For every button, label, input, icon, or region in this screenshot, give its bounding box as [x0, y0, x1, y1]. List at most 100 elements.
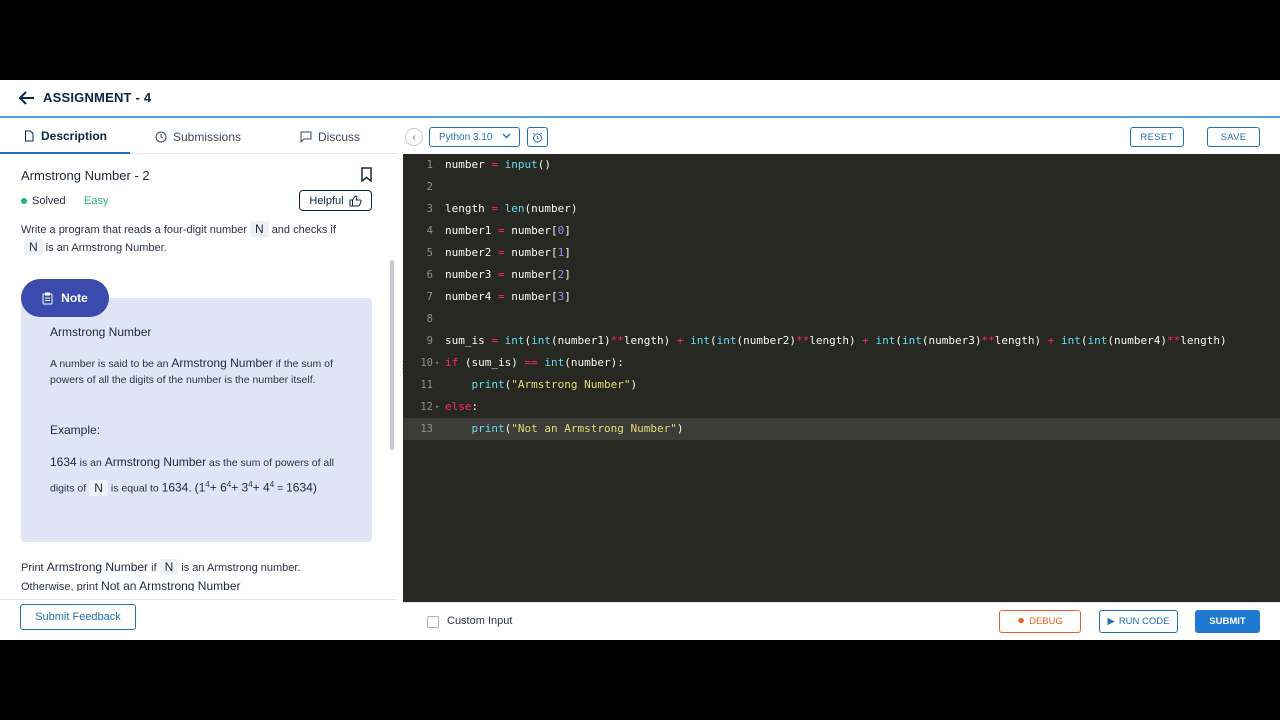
intro-text: is an Armstrong Number. [45, 242, 167, 254]
code-line[interactable]: 11 print("Armstrong Number") [403, 374, 1280, 396]
helpful-label: Helpful [309, 194, 344, 207]
run-code-button[interactable]: ▶ RUN CODE [1099, 610, 1178, 633]
code-line[interactable]: 7 number4 = number[3] [403, 286, 1280, 308]
play-icon: ▶ [1107, 616, 1115, 627]
code-line[interactable]: 1 number = input() [403, 154, 1280, 176]
code-line[interactable]: 9 sum_is = int(int(number1)**length) + in… [403, 330, 1280, 352]
line-number: 4 [426, 225, 433, 237]
line-number: 6 [426, 269, 433, 281]
code-line[interactable]: 4 number1 = number[0] [403, 220, 1280, 242]
line-number: 9 [426, 335, 433, 347]
tab-label: Submissions [173, 130, 242, 144]
line-number: 8 [426, 313, 433, 325]
alarm-clock-icon [532, 132, 543, 142]
tab-description[interactable]: Description [0, 120, 130, 154]
chat-icon [300, 131, 312, 143]
chevron-down-icon [502, 131, 511, 141]
example-expr: (1 [194, 480, 206, 495]
code-line[interactable]: 8 [403, 308, 1280, 330]
print-text: if [151, 562, 157, 574]
code-text: number4 = number[3] [445, 290, 571, 303]
var-chip: N [89, 479, 108, 496]
reset-button[interactable]: RESET [1130, 127, 1184, 147]
submit-feedback-button[interactable]: Submit Feedback [20, 604, 136, 630]
editor-toolbar: ‹ Python 3.10 RESET SAVE [403, 120, 1280, 154]
status-badge: Solved [21, 195, 66, 207]
var-chip: N [159, 559, 179, 575]
save-button[interactable]: SAVE [1207, 127, 1260, 147]
code-text: if (sum_is) == int(number): [445, 356, 624, 369]
print-term: Not an Armstrong Number [101, 579, 241, 591]
note-paragraph: A number is said to be an Armstrong Numb… [50, 355, 350, 388]
print-text: Print [21, 562, 44, 574]
var-chip: N [250, 221, 269, 237]
example-text: is an [79, 457, 102, 469]
tab-submissions[interactable]: Submissions [155, 120, 241, 154]
line-number: 12 [420, 401, 433, 413]
code-line[interactable]: 12 ▾ else: [403, 396, 1280, 418]
line-number: 5 [426, 247, 433, 259]
example-expr: + 6 [209, 480, 227, 495]
timer-button[interactable] [527, 127, 548, 147]
line-number: 2 [426, 181, 433, 193]
run-label: RUN CODE [1118, 616, 1170, 627]
exponent: 4 [269, 480, 275, 489]
debug-button[interactable]: ✹ DEBUG [999, 610, 1081, 633]
description-content[interactable]: Armstrong Number - 2 Solved Easy Helpful… [0, 155, 390, 591]
code-text: number = input() [445, 158, 551, 171]
note-heading: Armstrong Number [50, 325, 152, 339]
difficulty-badge: Easy [84, 195, 109, 207]
code-line[interactable]: 3 length = len(number) [403, 198, 1280, 220]
example-paragraph: 1634 is an Armstrong Number as the sum o… [50, 451, 350, 500]
print-text: Otherwise, print [21, 581, 99, 591]
line-number: 11 [420, 379, 433, 391]
code-line[interactable]: 13 print("Not an Armstrong Number") [403, 418, 1280, 440]
submit-button[interactable]: SUBMIT [1195, 610, 1260, 633]
clipboard-icon [42, 292, 53, 304]
code-editor[interactable]: 1 number = input() 2 3 length = len(number) 4… [403, 154, 1280, 630]
var-chip: N [24, 239, 43, 255]
bug-icon: ✹ [1017, 616, 1026, 627]
code-line[interactable]: 6 number3 = number[2] [403, 264, 1280, 286]
fold-toggle-icon[interactable]: ▾ [435, 396, 439, 418]
panel-tabs: Description Submissions Discuss [0, 120, 397, 154]
page-title: ASSIGNMENT - 4 [43, 90, 152, 105]
code-line[interactable]: 10 ▾ if (sum_is) == int(number): [403, 352, 1280, 374]
top-bar: ASSIGNMENT - 4 [0, 80, 1280, 118]
example-expr: = [277, 482, 284, 495]
fold-toggle-icon[interactable]: ▾ [435, 352, 439, 374]
example-heading: Example: [50, 423, 101, 437]
code-line[interactable]: 5 number2 = number[1] [403, 242, 1280, 264]
status-label: Solved [32, 195, 66, 207]
example-text: is equal to [110, 482, 159, 495]
custom-input-checkbox[interactable] [427, 616, 439, 628]
debug-label: DEBUG [1029, 616, 1063, 627]
code-text: number2 = number[1] [445, 246, 571, 259]
collapse-panel-button[interactable]: ‹ [405, 128, 423, 146]
language-select[interactable]: Python 3.10 [429, 127, 520, 147]
tab-discuss[interactable]: Discuss [300, 120, 360, 154]
print-term: Armstrong Number [46, 560, 149, 574]
helpful-button[interactable]: Helpful [299, 190, 372, 211]
intro-text: and checks if [271, 224, 336, 236]
example-value: 1634. [161, 480, 192, 495]
note-label: Note [61, 291, 88, 305]
line-number: 1 [426, 159, 433, 171]
code-text: number1 = number[0] [445, 224, 571, 237]
print-instructions: Print Armstrong Number if Nis an Armstron… [21, 558, 381, 591]
note-badge: Note [21, 279, 109, 317]
clock-icon [155, 131, 167, 143]
language-value: Python 3.10 [439, 131, 493, 143]
line-number: 7 [426, 291, 433, 303]
description-scrollbar[interactable] [390, 260, 394, 450]
bookmark-icon[interactable] [360, 167, 373, 182]
code-text: else: [445, 400, 479, 413]
code-line[interactable]: 2 [403, 176, 1280, 198]
code-text: print("Not an Armstrong Number") [471, 422, 684, 435]
arrow-left-icon[interactable] [18, 91, 37, 107]
print-text: is an Armstrong number. [181, 562, 301, 574]
code-text: number3 = number[2] [445, 268, 571, 281]
problem-panel: Description Submissions Discuss Armstron… [0, 120, 397, 602]
tab-label: Description [40, 129, 107, 143]
code-text: sum_is = int(int(number1)**length) + int… [445, 334, 1227, 347]
